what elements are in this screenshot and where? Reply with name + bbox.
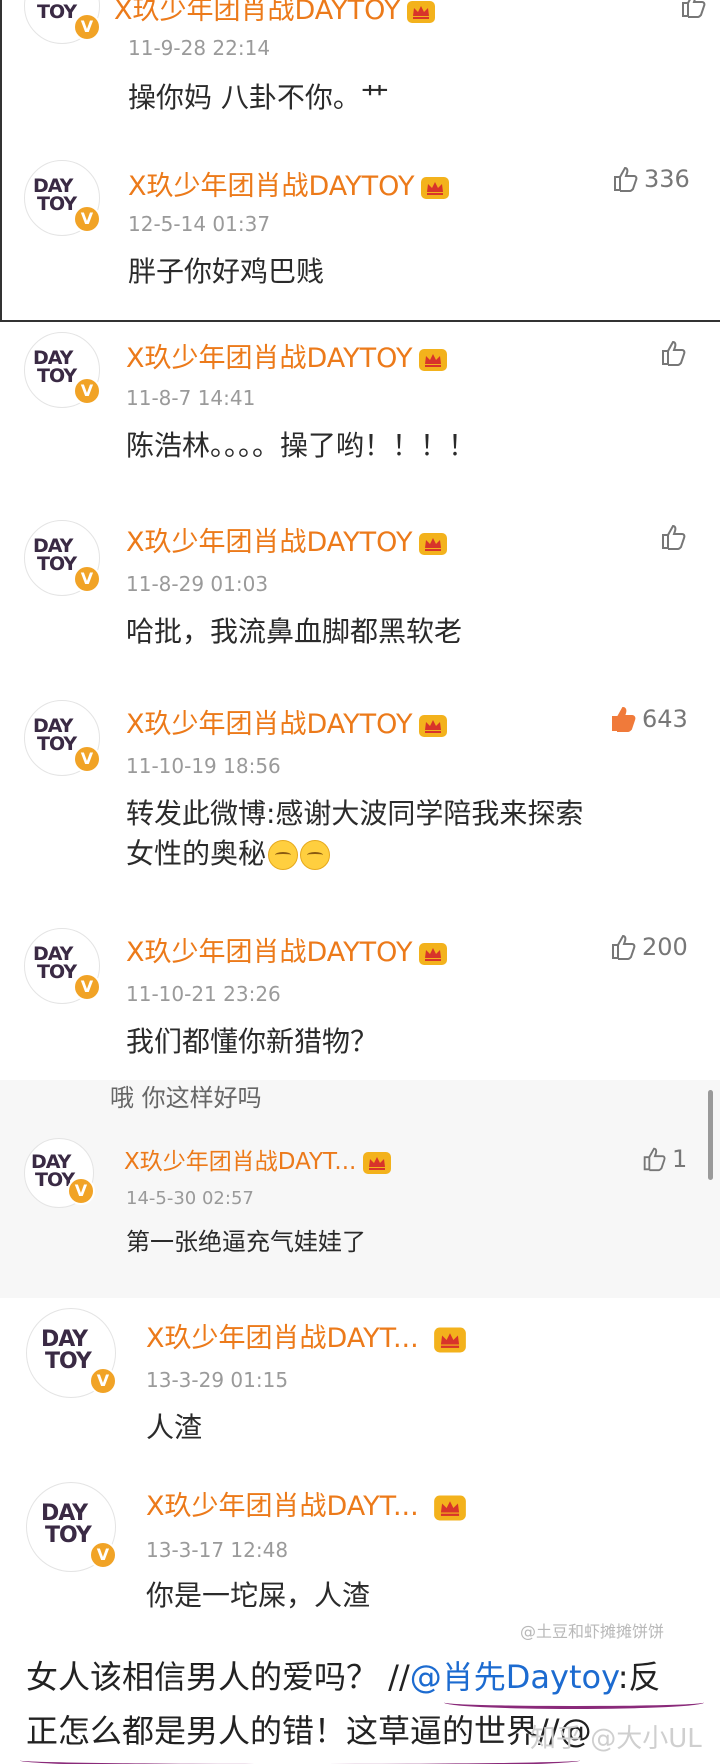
weibo-watermark: @土豆和虾摊摊饼饼 [520,1622,665,1641]
username[interactable]: X玖少年团肖战DAYTOY [128,164,450,203]
verified-badge-icon: V [73,377,101,405]
comment-8: DAY TOY V X玖少年团肖战DAYT... 13-3-29 01:15 人渣 [0,1298,720,1468]
like-count: 1 [672,1145,688,1173]
comment-time: 11-8-7 14:41 [126,386,256,410]
verified-badge-icon: V [73,745,101,773]
like-button[interactable] [658,338,688,368]
avatar-logo: DAYTOY [41,1501,92,1548]
comment-text: 你是一坨屎，人渣 [146,1579,371,1612]
username[interactable]: X玖少年团肖战DAYTOY [126,520,448,559]
verified-badge-icon: V [89,1367,117,1395]
verified-badge-icon: V [73,205,101,233]
like-button[interactable] [678,0,708,20]
username[interactable]: X玖少年团肖战DAYT... [146,1484,467,1523]
like-button[interactable]: 336 [610,164,690,194]
avatar-logo: DAYTOY [41,1327,92,1374]
thumbs-up-icon [612,706,636,732]
like-button[interactable]: 643 [608,704,688,734]
avatar[interactable]: DAYTOY V [24,928,101,1004]
username[interactable]: X玖少年团肖战DAYTOY [114,0,436,27]
comment-3: DAY TOY V X玖少年团肖战DAYTOY 11-8-7 14:41 陈浩林。… [0,322,720,503]
thumbs-up-icon [614,166,638,192]
comment-text: 胖子你好鸡巴贱 [128,255,325,288]
verified-badge-icon: V [73,565,101,593]
comment-time: 13-3-17 12:48 [146,1538,289,1562]
caption-line2: 正怎么都是男人的错！这草逼的世界//@ [26,1712,592,1750]
comment-text: 哈批，我流鼻血脚都黑软老 [126,615,463,648]
comment-text: 转发此微博:感谢大波同学陪我来探索 女性的奥秘 [126,794,583,874]
like-button[interactable]: 1 [640,1144,687,1173]
hand-drawn-underline [20,1754,580,1764]
comment-time: 11-10-19 18:56 [126,754,281,778]
avatar[interactable]: DAYTOY V [26,1482,117,1572]
comment-text: 我们都懂你新猎物？ [126,1025,379,1058]
avatar[interactable]: DAYTOY V [26,1308,117,1398]
comment-text: 操你妈 八卦不你。艹 [128,81,389,114]
like-count: 336 [644,165,690,193]
comment-2: DAY TOY V X玖少年团肖战DAYTOY 12-5-14 01:37 胖子你… [0,140,720,322]
comment-6: DAY TOY V X玖少年团肖战DAYTOY 11-10-21 23:26 我们… [0,910,720,1080]
avatar[interactable]: DAYTOY V [24,160,101,236]
comment-text: 第一张绝逼充气娃娃了 [126,1228,366,1256]
verified-badge-icon: V [89,1541,117,1569]
caption-line1: 女人该相信男人的爱吗？ //@肖先Daytoy:反 [26,1658,661,1696]
crown-icon [407,0,436,23]
like-button[interactable] [658,522,688,552]
repost-caption: 女人该相信男人的爱吗？ //@肖先Daytoy:反 正怎么都是男人的错！这草逼的… [0,1642,720,1764]
like-count: 643 [642,705,688,733]
comment-7: 哦 你这样好吗 DAY TOY V X玖少年团肖战DAYT... 14-5-30 … [0,1080,720,1298]
comment-time: 12-5-14 01:37 [128,212,271,236]
comment-text: 人渣 [146,1411,203,1444]
crown-icon [363,1151,392,1174]
comment-text: 陈浩林。。。。操了哟！！！！ [126,429,477,462]
crown-icon [419,942,448,965]
crown-icon [433,1495,466,1520]
avatar[interactable]: DAYTOY V [24,700,101,776]
comment-text-line1: 转发此微博:感谢大波同学陪我来探索 [126,797,584,830]
mention-link[interactable]: @肖先Daytoy [410,1658,618,1696]
username[interactable]: X玖少年团肖战DAYTOY [126,336,448,375]
verified-badge-icon: V [73,13,101,41]
scrollbar[interactable] [708,1090,713,1180]
crown-icon [419,532,448,555]
thumbs-up-icon [643,1147,666,1172]
smirk-emoji-icon [268,840,299,870]
crown-icon [419,348,448,371]
username[interactable]: X玖少年团肖战DAYT... [146,1316,467,1355]
comment-text-line2: 女性的奥秘 [126,834,583,874]
like-button[interactable]: 200 [608,932,688,962]
username[interactable]: X玖少年团肖战DAYTOY [126,930,448,969]
comment-5: DAY TOY V X玖少年团肖战DAYTOY 11-10-19 18:56 转发… [0,682,720,911]
username[interactable]: X玖少年团肖战DAYT... [124,1142,392,1176]
like-count: 200 [642,933,688,961]
clipped-text: 哦 你这样好吗 [110,1084,262,1112]
avatar[interactable]: DAYTOY V [24,1138,95,1208]
crown-icon [419,714,448,737]
comment-9: DAY TOY V X玖少年团肖战DAYT... 13-3-17 12:48 你是… [0,1468,720,1642]
crown-icon [433,1327,466,1352]
smirk-emoji-icon [300,840,331,870]
avatar[interactable]: DAYTOY V [24,520,101,596]
crown-icon [421,176,450,199]
thumbs-up-icon [682,0,706,18]
thumbs-up-icon [612,934,636,960]
comment-time: 14-5-30 02:57 [126,1188,254,1209]
thumbs-up-icon [662,524,686,550]
verified-badge-icon: V [73,973,101,1001]
avatar[interactable]: DAYTOY V [24,332,101,408]
avatar[interactable]: DAYTOY V [24,0,101,44]
comment-time: 11-9-28 22:14 [128,36,271,60]
thumbs-up-icon [662,340,686,366]
comment-time: 13-3-29 01:15 [146,1368,289,1392]
comment-time: 11-8-29 01:03 [126,572,269,596]
comment-time: 11-10-21 23:26 [126,982,281,1006]
zhihu-watermark: 知乎 @大小UL [530,1724,702,1754]
comment-1: DAYTOY V X玖少年团肖战DAYTOY 11-9-28 22:14 操你妈… [0,0,720,141]
verified-badge-icon: V [67,1177,95,1205]
comment-4: DAY TOY V X玖少年团肖战DAYTOY 11-8-29 01:03 哈批，… [0,502,720,683]
username[interactable]: X玖少年团肖战DAYTOY [126,702,448,741]
